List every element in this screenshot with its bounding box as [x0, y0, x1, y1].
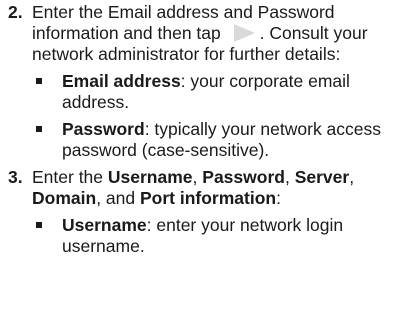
bullet-marker: [36, 78, 42, 84]
step-text-part: Username: [107, 167, 193, 187]
step-number: 2.: [8, 2, 23, 22]
step-text-part: Domain: [32, 188, 97, 208]
next-arrow-icon: [229, 23, 259, 43]
step-text-part: , and: [96, 188, 140, 208]
list-item: Username: enter your network login usern…: [32, 215, 396, 257]
step-text-part: Server: [294, 167, 350, 187]
step-text-part: ,: [349, 167, 355, 187]
bullet-marker: [36, 222, 42, 228]
step-2-bullet-list: Email address: your corporate email addr…: [32, 71, 396, 161]
step-text: Enter the Email address and Password inf…: [32, 2, 396, 65]
step-3-bullet-list: Username: enter your network login usern…: [32, 215, 396, 257]
step-text-part: Port information: [139, 188, 277, 208]
bullet-term: Username: [62, 215, 147, 235]
step-text-part: ,: [284, 167, 295, 187]
step-text-part: Password: [202, 167, 285, 187]
step-text-part: :: [276, 188, 281, 208]
step-number: 3.: [8, 167, 23, 187]
step-text-part: Enter the: [32, 167, 108, 187]
instructions-document: 2. Enter the Email address and Password …: [0, 2, 396, 263]
step-3: 3. Enter the Username, Password, Server,…: [0, 167, 396, 257]
list-item: Email address: your corporate email addr…: [32, 71, 396, 113]
bullet-term: Password: [62, 119, 145, 139]
step-text-part: ,: [192, 167, 203, 187]
bullet-marker: [36, 126, 42, 132]
list-item: Password: typically your network access …: [32, 119, 396, 161]
step-2: 2. Enter the Email address and Password …: [0, 2, 396, 161]
bullet-term: Email address: [62, 71, 181, 91]
step-text: Enter the Username, Password, Server, Do…: [32, 167, 396, 209]
